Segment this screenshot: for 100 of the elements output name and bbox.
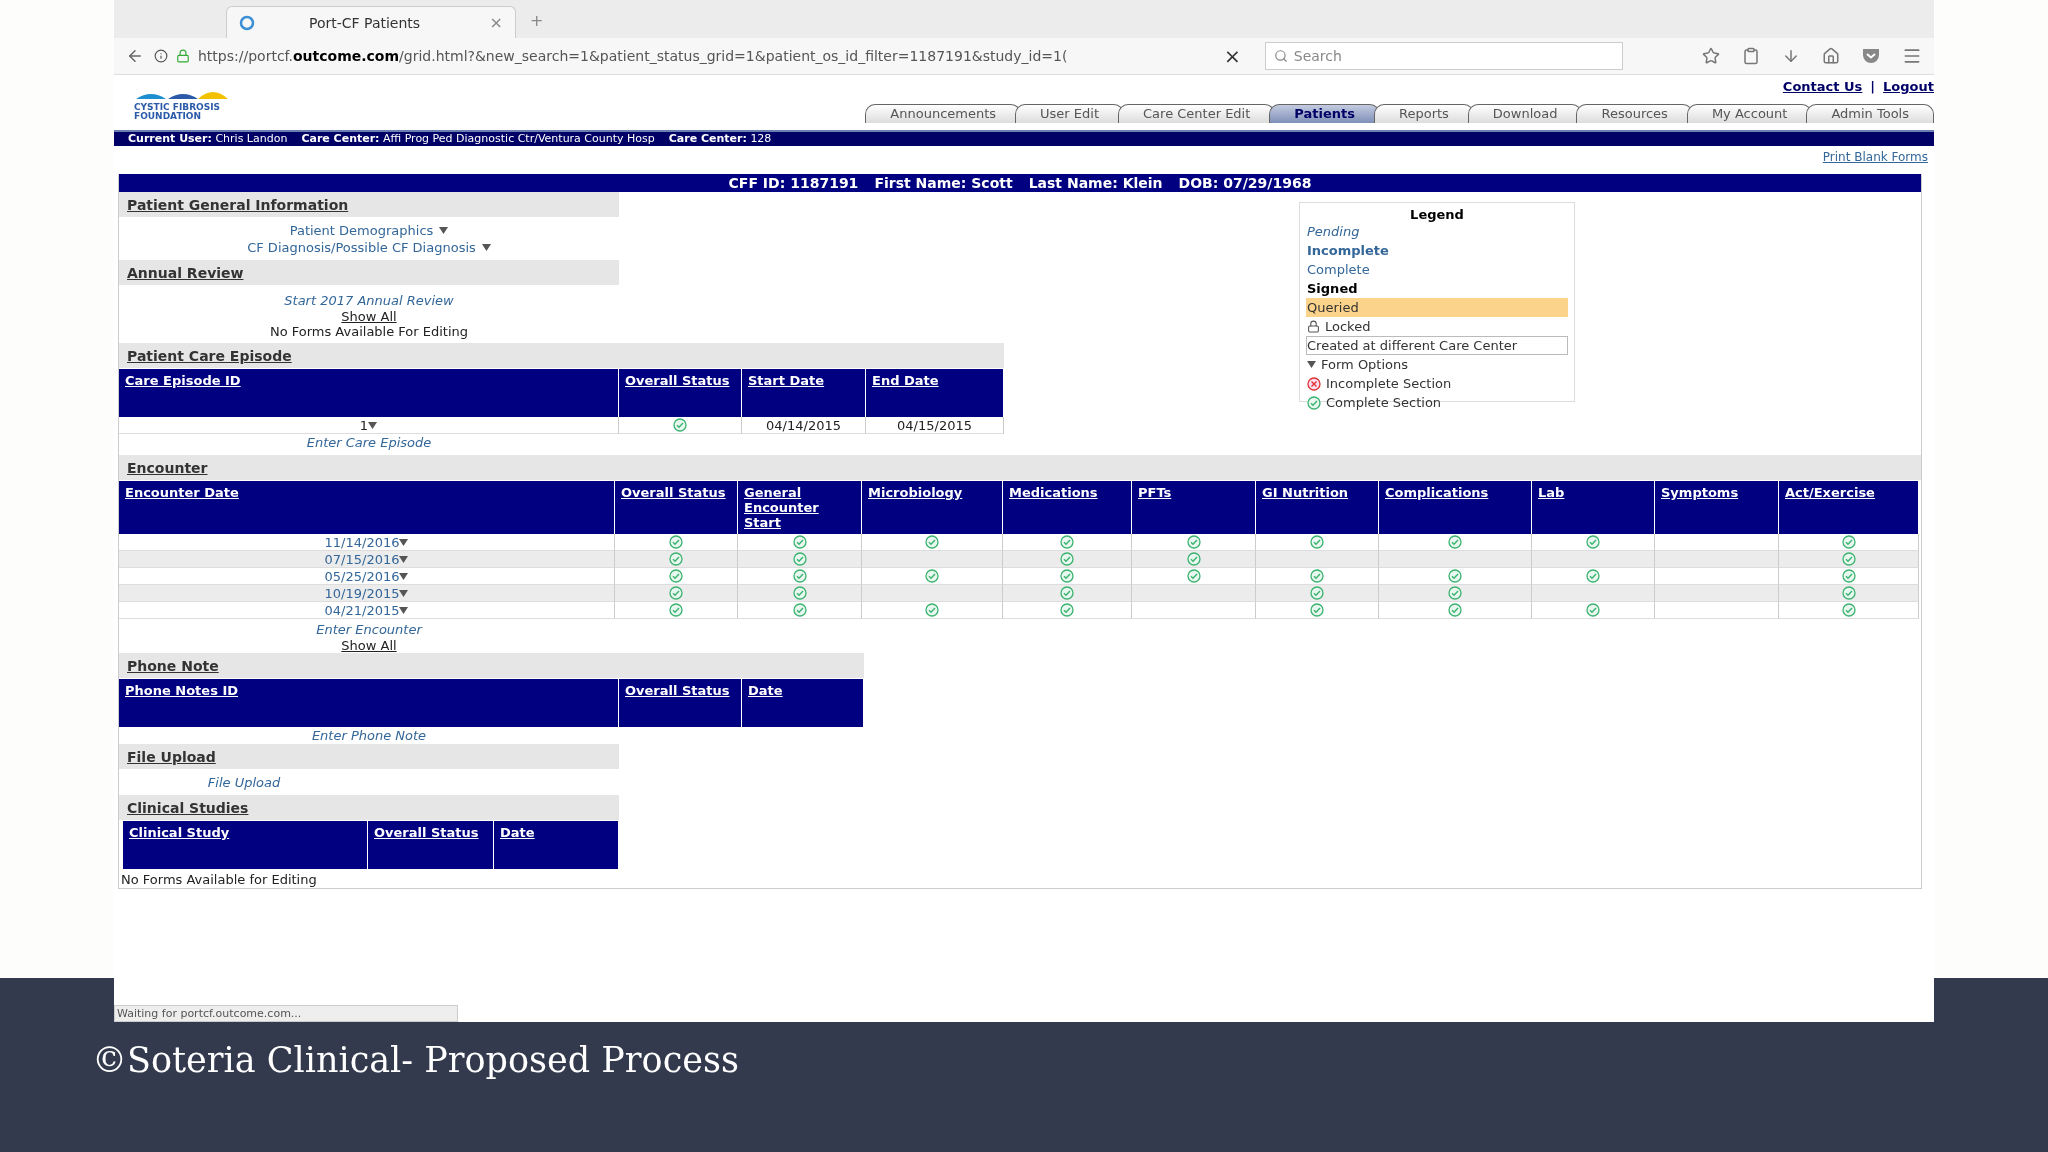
column-header[interactable]: PFTs bbox=[1132, 481, 1256, 534]
section-title[interactable]: Clinical Studies bbox=[119, 795, 619, 821]
column-header[interactable]: Phone Notes ID bbox=[119, 679, 619, 727]
encounter-date-link[interactable]: 05/25/2016 bbox=[119, 568, 615, 585]
empty-note: No Forms Available for Editing bbox=[120, 871, 318, 889]
column-header[interactable]: Date bbox=[742, 679, 864, 727]
menu-icon[interactable] bbox=[1902, 46, 1922, 66]
column-header[interactable]: Overall Status bbox=[615, 481, 738, 534]
form-link[interactable]: Patient Demographics bbox=[289, 222, 449, 239]
print-forms-link[interactable]: Print Blank Forms bbox=[1822, 150, 1928, 174]
logout-link[interactable]: Logout bbox=[1883, 79, 1934, 94]
legend-item: Locked bbox=[1306, 317, 1568, 336]
form-link[interactable]: CF Diagnosis/Possible CF Diagnosis bbox=[247, 239, 491, 256]
encounter-date-link[interactable]: 11/14/2016 bbox=[119, 534, 615, 551]
column-header[interactable]: Overall Status bbox=[619, 679, 742, 727]
section-title[interactable]: Annual Review bbox=[119, 260, 619, 286]
lock-icon bbox=[176, 49, 190, 63]
column-header[interactable]: General Encounter Start bbox=[738, 481, 862, 534]
empty-note: No Forms Available For Editing bbox=[269, 324, 469, 339]
legend-item: Complete Section bbox=[1306, 393, 1568, 412]
column-header[interactable]: Microbiology bbox=[862, 481, 1003, 534]
separator: | bbox=[1870, 79, 1876, 94]
check-icon bbox=[925, 535, 939, 549]
user-info: Care Center: Affi Prog Ped Diagnostic Ctr/Ventura County Hosp bbox=[301, 132, 655, 146]
check-icon bbox=[1586, 603, 1600, 617]
column-header[interactable]: GI Nutrition bbox=[1256, 481, 1379, 534]
column-header[interactable]: Overall Status bbox=[368, 821, 494, 869]
show-all-link[interactable]: Show All bbox=[341, 309, 397, 324]
check-icon bbox=[1586, 569, 1600, 583]
encounter-date-link[interactable]: 10/19/2015 bbox=[119, 585, 615, 602]
address-field[interactable]: https://portcf.outcome.com/grid.html?&new_search=1&patient_status_grid=1&patient_os_id_filter=1187191&study_id=1( bbox=[154, 43, 1214, 69]
legend-item: Created at different Care Center bbox=[1306, 336, 1568, 355]
check-icon bbox=[1060, 535, 1074, 549]
user-info: Current User: Chris Landon bbox=[128, 132, 288, 146]
column-header[interactable]: Symptoms bbox=[1655, 481, 1779, 534]
search-icon bbox=[1273, 49, 1288, 63]
section-title[interactable]: Phone Note bbox=[119, 653, 864, 679]
browser-tab[interactable]: Port-CF Patients × bbox=[226, 6, 516, 38]
caret-down-icon[interactable] bbox=[481, 244, 491, 251]
show-all-link[interactable]: Show All bbox=[341, 638, 397, 653]
file-upload-link[interactable]: File Upload bbox=[207, 774, 281, 791]
check-icon bbox=[925, 603, 939, 617]
section-title[interactable]: Patient General Information bbox=[119, 192, 619, 218]
check-icon bbox=[792, 535, 807, 549]
slide-caption: ©Soteria Clinical- Proposed Process bbox=[92, 1040, 740, 1080]
lock-icon bbox=[1307, 320, 1320, 333]
column-header[interactable]: Care Episode ID bbox=[119, 369, 619, 417]
status-text: Waiting for portcf.outcome.com... bbox=[114, 1005, 458, 1022]
table-cell: 04/14/2015 bbox=[742, 417, 866, 434]
error-icon bbox=[1307, 376, 1321, 391]
enter-encounter-link[interactable]: Enter Encounter bbox=[316, 621, 422, 638]
info-icon[interactable] bbox=[154, 49, 168, 63]
stop-button[interactable]: × bbox=[1224, 44, 1241, 68]
caret-down-icon[interactable] bbox=[439, 227, 449, 234]
star-icon[interactable] bbox=[1702, 47, 1720, 65]
column-header[interactable]: End Date bbox=[866, 369, 1004, 417]
section-title[interactable]: Patient Care Episode bbox=[119, 343, 1004, 369]
encounter-date-link[interactable]: 07/15/2016 bbox=[119, 551, 615, 568]
column-header[interactable]: Clinical Study bbox=[123, 821, 368, 869]
check-icon bbox=[925, 569, 939, 583]
legend-item: Incomplete Section bbox=[1306, 374, 1568, 393]
patient-header: CFF ID: 1187191 First Name: Scott Last Name: Klein DOB: 07/29/1968 bbox=[119, 174, 1921, 192]
legend-item: Incomplete bbox=[1306, 242, 1390, 260]
column-header[interactable]: Start Date bbox=[742, 369, 866, 417]
column-header[interactable]: Act/Exercise bbox=[1779, 481, 1919, 534]
encounter-date-link[interactable]: 04/21/2015 bbox=[119, 602, 615, 619]
column-header[interactable]: Complications bbox=[1379, 481, 1532, 534]
check-icon bbox=[669, 535, 683, 549]
shield-icon[interactable] bbox=[1862, 48, 1880, 64]
column-header[interactable]: Overall Status bbox=[619, 369, 742, 417]
back-icon[interactable] bbox=[126, 47, 144, 65]
episode-id[interactable]: 1 bbox=[119, 417, 619, 434]
check-icon bbox=[1448, 569, 1462, 583]
logo: CYSTIC FIBROSIS FOUNDATION bbox=[132, 87, 282, 125]
check-icon bbox=[1186, 535, 1201, 549]
legend-item: Pending bbox=[1306, 223, 1361, 241]
check-icon bbox=[1448, 535, 1462, 549]
legend-title: Legend bbox=[1409, 207, 1465, 222]
home-icon[interactable] bbox=[1822, 47, 1840, 65]
start-review-link[interactable]: Start 2017 Annual Review bbox=[284, 292, 454, 309]
column-header[interactable]: Medications bbox=[1003, 481, 1132, 534]
legend-item: Queried bbox=[1306, 298, 1568, 317]
caret-down-icon[interactable] bbox=[368, 421, 378, 429]
clipboard-icon[interactable] bbox=[1742, 47, 1760, 65]
contact-link[interactable]: Contact Us bbox=[1782, 79, 1863, 94]
check-icon bbox=[1841, 535, 1856, 549]
check-icon bbox=[1586, 535, 1600, 549]
loading-icon bbox=[239, 14, 255, 31]
enter-episode-link[interactable]: Enter Care Episode bbox=[306, 434, 432, 451]
section-title[interactable]: Encounter bbox=[119, 455, 1921, 481]
column-header[interactable]: Encounter Date bbox=[119, 481, 615, 534]
enter-phone-note-link[interactable]: Enter Phone Note bbox=[311, 727, 427, 744]
search-field[interactable]: Search bbox=[1264, 42, 1623, 70]
column-header[interactable]: Date bbox=[494, 821, 619, 869]
check-icon bbox=[673, 418, 687, 432]
legend-item: Form Options bbox=[1306, 355, 1568, 374]
download-icon[interactable] bbox=[1782, 47, 1800, 65]
column-header[interactable]: Lab bbox=[1532, 481, 1655, 534]
section-title[interactable]: File Upload bbox=[119, 744, 619, 770]
nav-tab[interactable]: Admin Tools bbox=[1806, 104, 1934, 123]
